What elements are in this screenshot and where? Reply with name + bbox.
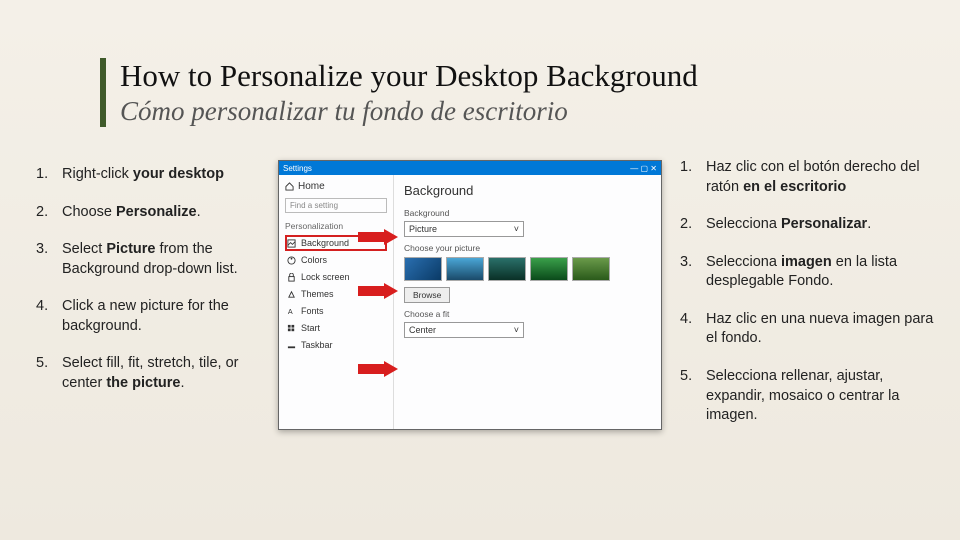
thumbnail [572, 257, 610, 281]
sidebar-item-label: Colors [301, 255, 327, 265]
step-text: Click a new picture for the background. [62, 297, 271, 336]
step: 3.Selecciona imagen en la lista desplega… [680, 253, 940, 292]
step: 2.Choose Personalize. [36, 203, 271, 223]
fit-label: Choose a fit [404, 309, 651, 319]
window-controls: — ▢ ✕ [630, 164, 657, 173]
step-number: 2. [680, 215, 706, 235]
colors-icon [287, 256, 296, 265]
sidebar-item: A Fonts [285, 303, 387, 319]
choose-picture-label: Choose your picture [404, 243, 651, 253]
step-number: 5. [36, 354, 62, 393]
panel-heading: Background [404, 183, 651, 198]
taskbar-icon [287, 341, 296, 350]
background-label: Background [404, 208, 651, 218]
lock-screen-icon [287, 273, 296, 282]
thumbnail [404, 257, 442, 281]
sidebar-item: Colors [285, 252, 387, 268]
step-text: Select Picture from the Background drop-… [62, 240, 271, 279]
thumbnail [446, 257, 484, 281]
sidebar-item: Taskbar [285, 337, 387, 353]
step-number: 1. [36, 165, 62, 185]
start-icon [287, 324, 296, 333]
browse-button: Browse [404, 287, 450, 303]
sidebar-item-label: Lock screen [301, 272, 350, 282]
step: 2.Selecciona Personalizar. [680, 215, 940, 235]
sidebar-item-label: Taskbar [301, 340, 333, 350]
sidebar-item-label: Themes [301, 289, 334, 299]
step: 1.Right-click your desktop [36, 165, 271, 185]
step-text: Selecciona imagen en la lista desplegabl… [706, 253, 940, 292]
fit-dropdown: Center ˅ [404, 322, 524, 338]
settings-screenshot: Settings — ▢ ✕ Home Find a setting Perso… [278, 160, 662, 430]
background-dropdown-value: Picture [409, 224, 437, 234]
callout-arrow [358, 361, 398, 377]
step-number: 5. [680, 367, 706, 426]
step: 5.Selecciona rellenar, ajustar, expandir… [680, 367, 940, 426]
step-text: Right-click your desktop [62, 165, 271, 185]
step-text: Haz clic con el botón derecho del ratón … [706, 158, 940, 197]
step-text: Select fill, fit, stretch, tile, or cent… [62, 354, 271, 393]
home-icon [285, 182, 294, 191]
main-panel: Background Background Picture ˅ Choose y… [394, 175, 661, 429]
sidebar-item-label: Background [301, 238, 349, 248]
title-block: How to Personalize your Desktop Backgrou… [100, 58, 698, 127]
step-text: Choose Personalize. [62, 203, 271, 223]
step-number: 4. [680, 310, 706, 349]
step-number: 4. [36, 297, 62, 336]
callout-arrow [358, 229, 398, 245]
steps-english: 1.Right-click your desktop2.Choose Perso… [36, 165, 271, 412]
search-box: Find a setting [285, 198, 387, 213]
step-text: Selecciona Personalizar. [706, 215, 940, 235]
home-label: Home [298, 181, 325, 192]
window-titlebar: Settings — ▢ ✕ [279, 161, 661, 175]
title-english: How to Personalize your Desktop Backgrou… [120, 58, 698, 94]
chevron-down-icon: ˅ [514, 325, 519, 335]
step: 3.Select Picture from the Background dro… [36, 240, 271, 279]
step: 4.Haz clic en una nueva imagen para el f… [680, 310, 940, 349]
step: 4.Click a new picture for the background… [36, 297, 271, 336]
title-spanish: Cómo personalizar tu fondo de escritorio [120, 96, 698, 127]
home-link: Home [285, 181, 387, 192]
sidebar: Home Find a setting Personalization Back… [279, 175, 394, 429]
background-icon [287, 239, 296, 248]
step-text: Haz clic en una nueva imagen para el fon… [706, 310, 940, 349]
app-title: Settings [283, 164, 312, 173]
step-number: 3. [36, 240, 62, 279]
step-number: 1. [680, 158, 706, 197]
step: 5.Select fill, fit, stretch, tile, or ce… [36, 354, 271, 393]
chevron-down-icon: ˅ [514, 224, 519, 234]
step: 1.Haz clic con el botón derecho del rató… [680, 158, 940, 197]
svg-text:A: A [288, 307, 293, 316]
background-dropdown: Picture ˅ [404, 221, 524, 237]
thumbnail [488, 257, 526, 281]
sidebar-item-label: Fonts [301, 306, 324, 316]
sidebar-item: Start [285, 320, 387, 336]
fonts-icon: A [287, 307, 296, 316]
fit-dropdown-value: Center [409, 325, 436, 335]
step-number: 3. [680, 253, 706, 292]
step-number: 2. [36, 203, 62, 223]
picture-thumbnails [404, 257, 651, 281]
thumbnail [530, 257, 568, 281]
sidebar-item-label: Start [301, 323, 320, 333]
step-text: Selecciona rellenar, ajustar, expandir, … [706, 367, 940, 426]
steps-spanish: 1.Haz clic con el botón derecho del rató… [680, 158, 940, 444]
themes-icon [287, 290, 296, 299]
callout-arrow [358, 283, 398, 299]
